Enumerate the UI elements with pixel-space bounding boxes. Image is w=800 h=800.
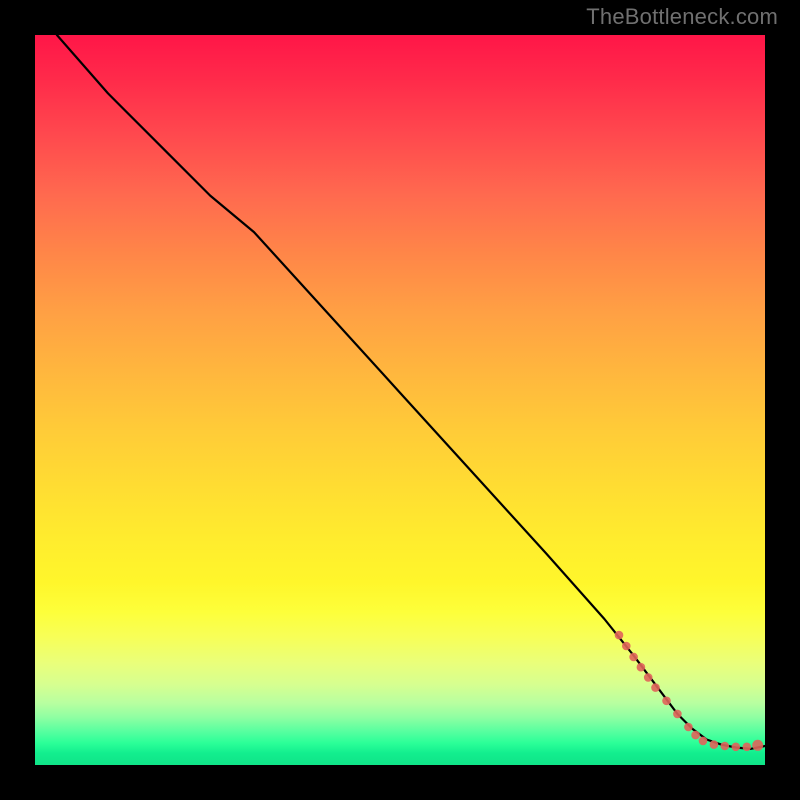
dot-red-dots xyxy=(743,743,752,752)
plot-area xyxy=(35,35,765,765)
series-bottleneck-curve xyxy=(57,35,765,749)
dot-red-dots xyxy=(651,683,660,692)
dot-red-dots xyxy=(752,740,763,751)
dot-red-dots xyxy=(684,723,693,732)
dot-red-dots xyxy=(710,740,719,749)
dot-red-dots xyxy=(673,710,682,719)
chart-overlay xyxy=(35,35,765,765)
dot-red-dots xyxy=(637,663,646,672)
dot-red-dots xyxy=(622,642,631,651)
watermark-text: TheBottleneck.com xyxy=(586,4,778,30)
dot-red-dots xyxy=(699,737,708,746)
dot-red-dots xyxy=(644,673,653,682)
dot-red-dots xyxy=(629,653,638,662)
dot-red-dots xyxy=(721,742,730,751)
chart-frame: TheBottleneck.com xyxy=(0,0,800,800)
dot-red-dots xyxy=(662,697,671,706)
dot-red-dots xyxy=(615,631,624,640)
dot-red-dots xyxy=(732,743,741,752)
dot-red-dots xyxy=(691,731,700,740)
